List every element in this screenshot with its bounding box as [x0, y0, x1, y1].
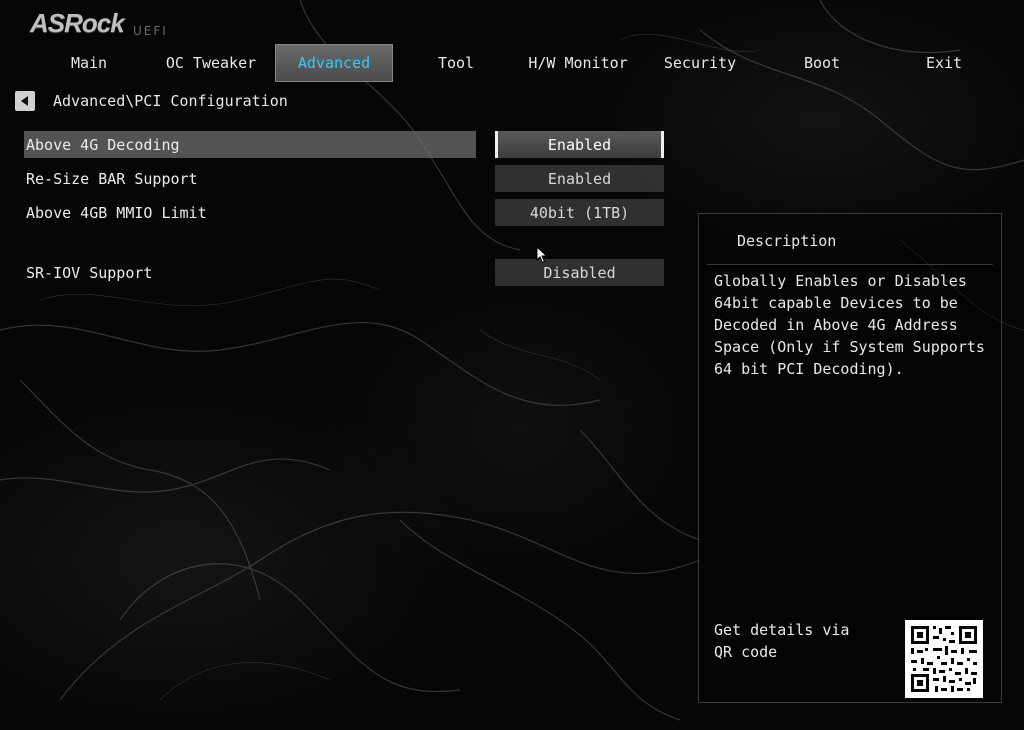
setting-value-resize-bar-support[interactable]: Enabled — [495, 165, 664, 192]
tab-advanced[interactable]: Advanced — [275, 44, 393, 82]
tab-security[interactable]: Security — [641, 44, 759, 82]
tab-hw-monitor[interactable]: H/W Monitor — [519, 44, 637, 82]
setting-row-resize-bar-support[interactable]: Re-Size BAR Support — [24, 165, 476, 192]
tab-exit[interactable]: Exit — [885, 44, 1003, 82]
breadcrumb-path: Advanced\PCI Configuration — [53, 92, 288, 110]
top-tab-bar: Main OC Tweaker Advanced Tool H/W Monito… — [30, 44, 990, 82]
description-title: Description — [737, 232, 837, 250]
setting-value-sr-iov-support[interactable]: Disabled — [495, 259, 664, 286]
tab-main[interactable]: Main — [30, 44, 148, 82]
tab-boot[interactable]: Boot — [763, 44, 881, 82]
mouse-cursor-icon — [536, 245, 548, 268]
setting-value-above-4gb-mmio-limit[interactable]: 40bit (1TB) — [495, 199, 664, 226]
asrock-logo: ASRock — [30, 8, 125, 38]
setting-label: Re-Size BAR Support — [26, 169, 198, 188]
description-divider — [707, 264, 993, 265]
setting-label: SR-IOV Support — [26, 263, 153, 282]
tab-oc-tweaker[interactable]: OC Tweaker — [152, 44, 270, 82]
tab-tool[interactable]: Tool — [397, 44, 515, 82]
back-arrow-icon[interactable] — [15, 91, 35, 111]
setting-label: Above 4GB MMIO Limit — [26, 203, 207, 222]
setting-label: Above 4G Decoding — [26, 135, 180, 154]
setting-row-above-4gb-mmio-limit[interactable]: Above 4GB MMIO Limit — [24, 199, 476, 226]
uefi-label: UEFI — [133, 24, 168, 38]
breadcrumb: Advanced\PCI Configuration — [15, 90, 288, 112]
qr-code-icon[interactable] — [905, 620, 983, 698]
description-text: Globally Enables or Disables 64bit capab… — [714, 272, 985, 378]
setting-value-above-4g-decoding[interactable]: Enabled — [495, 131, 664, 158]
qr-caption: Get details via QR code — [714, 621, 850, 661]
setting-row-sr-iov-support[interactable]: SR-IOV Support — [24, 259, 476, 286]
description-panel: Description Globally Enables or Disables… — [698, 213, 1002, 703]
setting-row-above-4g-decoding[interactable]: Above 4G Decoding — [24, 131, 476, 158]
